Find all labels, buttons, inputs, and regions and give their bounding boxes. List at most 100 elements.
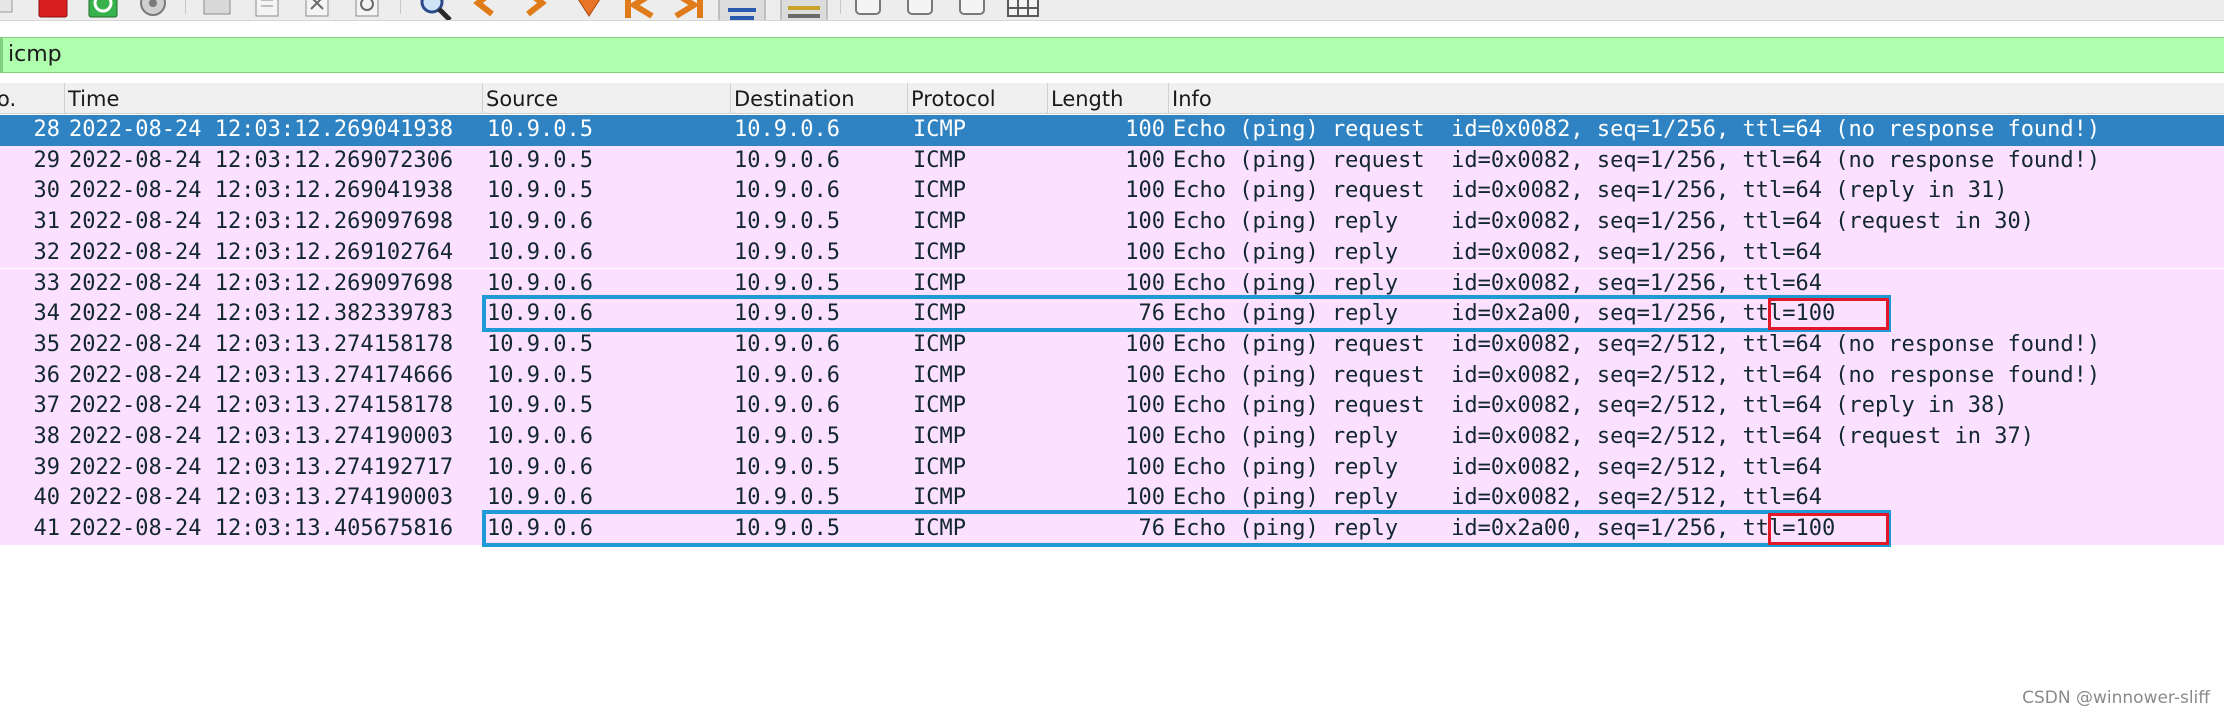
cell-protocol: ICMP <box>913 454 966 480</box>
packet-row[interactable]: 35 2022-08-24 12:03:13.274158178 10.9.0.5 1… <box>0 329 2224 361</box>
display-filter-bar: icmp <box>0 37 2224 73</box>
go-forward-icon[interactable] <box>520 0 550 18</box>
cell-protocol: ICMP <box>913 331 966 357</box>
filter-bookmark-edge[interactable] <box>0 38 3 72</box>
cell-protocol: ICMP <box>913 178 966 204</box>
cell-info: Echo (ping) reply id=0x0082, seq=1/256, … <box>1173 239 1823 265</box>
annotation-blue-box <box>482 510 1891 548</box>
packet-list-header: o. Time Source Destination Protocol Leng… <box>0 83 2224 114</box>
cell-time: 2022-08-24 12:03:12.269097698 <box>69 270 454 296</box>
cell-protocol: ICMP <box>913 485 966 511</box>
resize-columns-icon[interactable] <box>1006 0 1040 18</box>
column-header-info[interactable]: Info <box>1168 83 2224 113</box>
cell-time: 2022-08-24 12:03:13.274158178 <box>69 393 454 419</box>
cell-info: Echo (ping) reply id=0x0082, seq=1/256, … <box>1173 270 1823 296</box>
cell-no: 29 <box>33 147 61 173</box>
cell-length: 100 <box>1125 178 1165 204</box>
cell-time: 2022-08-24 12:03:13.274190003 <box>69 424 454 449</box>
zoom-in-icon[interactable] <box>854 0 882 16</box>
cell-source: 10.9.0.5 <box>487 362 593 388</box>
cell-destination: 10.9.0.5 <box>734 209 840 235</box>
go-back-icon[interactable] <box>470 0 500 18</box>
restart-capture-icon[interactable] <box>88 0 118 18</box>
cell-time: 2022-08-24 12:03:12.269097698 <box>69 209 454 235</box>
cell-info: Echo (ping) request id=0x0082, seq=2/512… <box>1173 331 2101 357</box>
save-file-icon[interactable] <box>252 0 282 18</box>
start-capture-icon[interactable] <box>0 0 14 14</box>
cell-destination: 10.9.0.5 <box>734 424 840 449</box>
column-header-no[interactable]: o. <box>0 83 64 113</box>
cell-destination: 10.9.0.6 <box>734 147 840 173</box>
cell-info: Echo (ping) request id=0x0082, seq=1/256… <box>1173 147 2101 173</box>
cell-time: 2022-08-24 12:03:13.274158178 <box>69 331 454 357</box>
cell-protocol: ICMP <box>913 393 966 419</box>
column-header-source[interactable]: Source <box>482 83 730 113</box>
column-header-destination[interactable]: Destination <box>730 83 907 113</box>
cell-no: 39 <box>33 454 61 480</box>
cell-time: 2022-08-24 12:03:12.269041938 <box>69 178 454 204</box>
watermark-text: CSDN @winnower-sliff <box>2022 688 2210 708</box>
stop-capture-icon[interactable] <box>38 0 68 18</box>
cell-length: 100 <box>1125 270 1165 296</box>
cell-length: 100 <box>1125 424 1165 449</box>
display-filter-input[interactable]: icmp <box>8 38 62 72</box>
cell-no: 41 <box>33 516 61 542</box>
packet-row[interactable]: 39 2022-08-24 12:03:13.274192717 10.9.0.6 1… <box>0 452 2224 484</box>
cell-info: Echo (ping) reply id=0x0082, seq=1/256, … <box>1173 209 2034 235</box>
zoom-out-icon[interactable] <box>906 0 934 16</box>
cell-source: 10.9.0.6 <box>487 209 593 235</box>
packet-row[interactable]: 37 2022-08-24 12:03:13.274158178 10.9.0.5 1… <box>0 391 2224 422</box>
go-to-packet-icon[interactable] <box>572 0 606 20</box>
cell-no: 38 <box>33 424 61 449</box>
find-packet-icon[interactable] <box>418 0 454 20</box>
cell-source: 10.9.0.6 <box>487 454 593 480</box>
cell-no: 35 <box>33 331 61 357</box>
cell-no: 37 <box>33 393 61 419</box>
cell-source: 10.9.0.5 <box>487 393 593 419</box>
cell-no: 30 <box>33 178 61 204</box>
capture-options-icon[interactable] <box>138 0 168 18</box>
go-last-icon[interactable] <box>672 0 706 20</box>
cell-destination: 10.9.0.6 <box>734 117 840 142</box>
cell-no: 40 <box>33 485 61 511</box>
cell-length: 100 <box>1125 117 1165 142</box>
cell-source: 10.9.0.5 <box>487 147 593 173</box>
cell-destination: 10.9.0.6 <box>734 393 840 419</box>
cell-protocol: ICMP <box>913 362 966 388</box>
annotation-red-box <box>1768 298 1889 331</box>
column-header-length[interactable]: Length <box>1047 83 1168 113</box>
close-file-icon[interactable] <box>302 0 332 18</box>
packet-row[interactable]: 31 2022-08-24 12:03:12.269097698 10.9.0.6 1… <box>0 207 2224 238</box>
cell-no: 32 <box>33 239 61 265</box>
cell-info: Echo (ping) request id=0x0082, seq=2/512… <box>1173 362 2101 388</box>
cell-protocol: ICMP <box>913 239 966 265</box>
cell-info: Echo (ping) request id=0x0082, seq=1/256… <box>1173 117 2101 142</box>
cell-time: 2022-08-24 12:03:13.405675816 <box>69 516 454 542</box>
go-first-icon[interactable] <box>622 0 656 20</box>
packet-row[interactable]: 29 2022-08-24 12:03:12.269072306 10.9.0.5 1… <box>0 145 2224 177</box>
cell-source: 10.9.0.5 <box>487 331 593 357</box>
packet-row[interactable]: 36 2022-08-24 12:03:13.274174666 10.9.0.5 1… <box>0 360 2224 392</box>
cell-destination: 10.9.0.6 <box>734 331 840 357</box>
open-file-icon[interactable] <box>202 0 232 18</box>
cell-destination: 10.9.0.5 <box>734 270 840 296</box>
normal-size-icon[interactable] <box>958 0 986 16</box>
autoscroll-icon[interactable] <box>718 0 766 20</box>
cell-info: Echo (ping) request id=0x0082, seq=2/512… <box>1173 393 2008 419</box>
colorize-icon[interactable] <box>780 0 828 20</box>
packet-row[interactable]: 32 2022-08-24 12:03:12.269102764 10.9.0.6 1… <box>0 237 2224 269</box>
cell-length: 100 <box>1125 209 1165 235</box>
cell-no: 36 <box>33 362 61 388</box>
packet-row[interactable]: 28 2022-08-24 12:03:12.269041938 10.9.0.5 1… <box>0 115 2224 146</box>
packet-row[interactable]: 38 2022-08-24 12:03:13.274190003 10.9.0.6 1… <box>0 422 2224 453</box>
cell-destination: 10.9.0.6 <box>734 362 840 388</box>
cell-source: 10.9.0.6 <box>487 239 593 265</box>
cell-length: 100 <box>1125 393 1165 419</box>
packet-row[interactable]: 30 2022-08-24 12:03:12.269041938 10.9.0.5 1… <box>0 176 2224 208</box>
column-header-time[interactable]: Time <box>64 83 482 113</box>
reload-icon[interactable] <box>352 0 382 18</box>
main-toolbar <box>0 0 2224 21</box>
cell-source: 10.9.0.6 <box>487 485 593 511</box>
cell-info: Echo (ping) reply id=0x0082, seq=2/512, … <box>1173 454 1823 480</box>
column-header-protocol[interactable]: Protocol <box>907 83 1047 113</box>
